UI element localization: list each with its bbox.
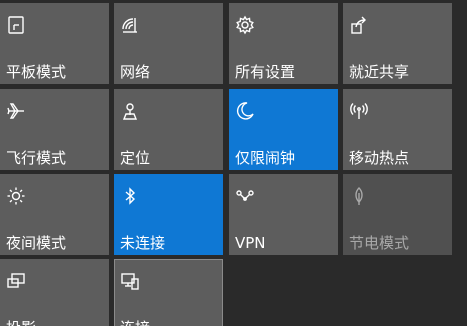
action-center-quick-actions: 平板模式 网络 所有设置 就近共享 飞行模式 定位 仅限闹钟 移动热点 夜间模式…: [0, 0, 467, 326]
location-tile[interactable]: 定位: [114, 89, 223, 170]
airplane-mode-label: 飞行模式: [6, 149, 67, 167]
battery-saver-label: 节电模式: [349, 234, 410, 252]
connect-tile[interactable]: 连接: [114, 259, 223, 326]
vpn-tile[interactable]: VPN: [229, 174, 338, 255]
tablet-mode-label: 平板模式: [6, 63, 67, 81]
location-icon: [120, 101, 140, 121]
vpn-icon: [235, 186, 255, 206]
project-tile[interactable]: 投影: [0, 259, 109, 326]
airplane-mode-tile[interactable]: 飞行模式: [0, 89, 109, 170]
all-settings-label: 所有设置: [235, 63, 296, 81]
hotspot-icon: [349, 101, 369, 121]
mobile-hotspot-label: 移动热点: [349, 149, 410, 167]
all-settings-tile[interactable]: 所有设置: [229, 3, 338, 84]
vpn-label: VPN: [235, 234, 266, 252]
project-icon: [6, 271, 26, 291]
mobile-hotspot-tile[interactable]: 移动热点: [343, 89, 452, 170]
airplane-icon: [6, 101, 26, 121]
gear-icon: [235, 15, 255, 35]
nearby-share-label: 就近共享: [349, 63, 410, 81]
bluetooth-icon: [120, 186, 140, 206]
network-label: 网络: [120, 63, 151, 81]
battery-saver-icon: [349, 186, 369, 206]
connect-icon: [120, 271, 140, 291]
moon-icon: [235, 101, 255, 121]
nearby-share-tile[interactable]: 就近共享: [343, 3, 452, 84]
connect-label: 连接: [120, 319, 150, 326]
location-label: 定位: [120, 149, 151, 167]
bluetooth-tile[interactable]: 未连接: [114, 174, 223, 255]
tablet-mode-icon: [6, 15, 26, 35]
night-light-label: 夜间模式: [6, 234, 67, 252]
project-label: 投影: [6, 319, 36, 326]
brightness-icon: [6, 186, 26, 206]
network-tile[interactable]: 网络: [114, 3, 223, 84]
night-light-tile[interactable]: 夜间模式: [0, 174, 109, 255]
battery-saver-tile[interactable]: 节电模式: [343, 174, 452, 255]
bluetooth-label: 未连接: [120, 234, 166, 252]
tablet-mode-tile[interactable]: 平板模式: [0, 3, 109, 84]
quiet-hours-label: 仅限闹钟: [235, 149, 296, 167]
quiet-hours-tile[interactable]: 仅限闹钟: [229, 89, 338, 170]
network-icon: [120, 15, 140, 35]
nearby-share-icon: [349, 15, 369, 35]
